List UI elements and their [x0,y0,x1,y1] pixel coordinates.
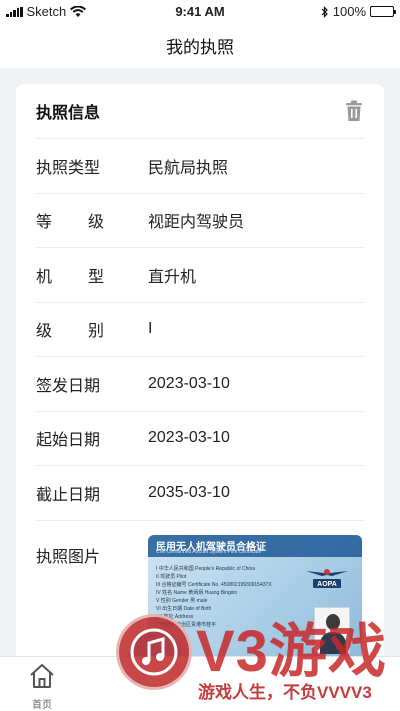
license-card: 执照信息 执照类型 民航局执照 等 级 视距内驾驶员 机 型 直升机 级 别 I… [16,84,384,684]
trash-icon[interactable] [344,100,364,122]
field-label: 执照图片 [36,548,101,566]
nav-bar: 我的执照 [0,22,400,68]
field-label-char: 级 [36,323,53,341]
field-value: 2035-03-10 [148,483,230,501]
cert-line: II 驾驶员 Pilot [156,573,187,580]
field-label-char: 型 [87,268,104,286]
field-row-level: 级 别 I [36,301,364,357]
cert-line: V 性别 Gender 男 male [156,597,208,604]
field-value: 2023-03-10 [148,374,230,392]
field-label: 机 型 [36,263,148,287]
field-label-char: 别 [87,323,104,341]
field-label-char: 机 [36,268,53,286]
cert-line: VI 出生日期 Date of Birth [156,605,212,612]
cert-line: I 中华人民共和国 People's Republic of China [156,565,256,572]
home-icon [30,664,54,688]
cert-line: VII 地址 Address [156,613,194,620]
field-row-start-date: 起始日期 2023-03-10 [36,410,364,466]
aopa-logo-text: AOPA [317,581,337,588]
battery-percent: 100% [332,4,366,19]
cert-subtitle: Civil Unmanned Aircraft System Pilot Cer… [156,548,262,555]
field-label: 执照类型 [36,159,101,177]
field-value: 直升机 [148,268,197,286]
cert-line: IV 姓名 Name 黄炳炳 Huang Bingxin [156,589,238,596]
field-label: 截止日期 [36,486,101,504]
page-title: 我的执照 [166,37,234,57]
license-photo[interactable]: 民用无人机驾驶员合格证 Civil Unmanned Aircraft Syst… [148,534,362,663]
field-row-grade: 等 级 视距内驾驶员 [36,192,364,248]
tab-home-label: 首页 [32,700,52,711]
card-header: 执照信息 [16,84,384,138]
field-row-aircraft-type: 机 型 直升机 [36,247,364,302]
field-label: 等 级 [36,208,148,232]
field-label-char: 级 [87,214,104,232]
field-label: 级 别 [36,317,148,341]
field-row-license-photo: 执照图片 民用无人机驾驶员合格证 Civil Unmanned Aircraft… [36,519,364,663]
cert-line: III 合格证编号 Certificate No. 45080219930915… [156,581,272,588]
status-right: 100% [321,4,396,19]
tab-bar: 首页 [0,656,400,711]
field-value: I [148,320,153,338]
cert-lines: I 中华人民共和国 People's Republic of China II … [156,565,296,629]
card-title: 执照信息 [36,105,101,122]
cert-line: 广西壮族自治区贵港市桂平 [156,621,217,628]
field-label: 起始日期 [36,432,101,450]
aopa-logo-icon: AOPA [306,568,348,588]
field-label-char: 等 [36,214,53,232]
field-value: 2023-03-10 [148,429,230,447]
id-photo [314,606,350,654]
status-bar: Sketch 9:41 AM 100% [0,0,400,22]
field-row-issue-date: 签发日期 2023-03-10 [36,356,364,411]
field-row-license-type: 执照类型 民航局执照 [36,138,364,193]
tab-home[interactable]: 首页 [20,663,64,711]
field-row-expiry-date: 截止日期 2035-03-10 [36,465,364,520]
field-value: 民航局执照 [148,159,229,177]
bluetooth-icon [321,5,328,18]
field-value: 视距内驾驶员 [148,214,245,232]
field-list: 执照类型 民航局执照 等 级 视距内驾驶员 机 型 直升机 级 别 I 签发日期 [16,138,384,663]
battery-icon [370,6,396,17]
field-label: 签发日期 [36,377,101,395]
